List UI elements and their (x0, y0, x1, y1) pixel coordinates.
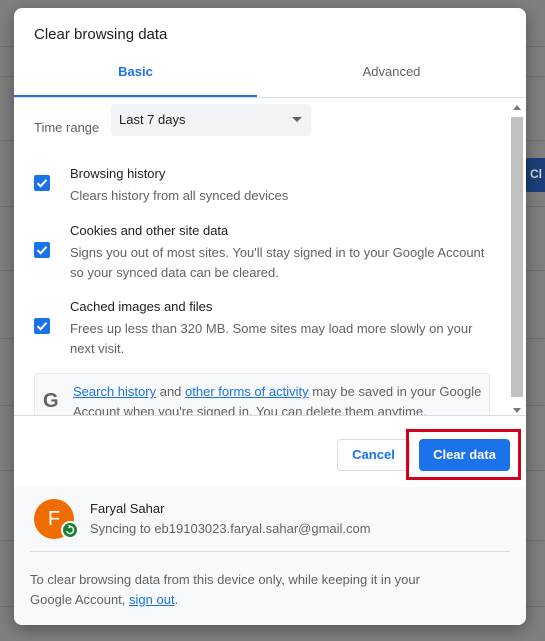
sign-out-link[interactable]: sign out (129, 592, 175, 607)
highlight-annotation-box (406, 429, 521, 480)
scroll-down-arrow-icon[interactable] (513, 408, 521, 413)
background-clear-button: Cl (525, 158, 545, 192)
sync-icon (61, 521, 79, 539)
dialog-title: Clear browsing data (34, 26, 168, 43)
option-title: Browsing history (70, 166, 166, 181)
dropdown-arrow-icon (292, 117, 302, 122)
google-activity-notice: G Search history and other forms of acti… (34, 373, 490, 415)
cancel-button[interactable]: Cancel (337, 439, 410, 471)
scroll-up-arrow-icon[interactable] (513, 105, 521, 110)
tab-selected-indicator (14, 95, 257, 97)
tab-bar: Basic Advanced (14, 58, 526, 98)
cached-images-checkbox[interactable] (34, 318, 50, 334)
sign-out-note-text: To clear browsing data from this device … (30, 572, 420, 607)
option-description: Clears history from all synced devices (70, 188, 289, 203)
option-description: Frees up less than 320 MB. Some sites ma… (70, 321, 473, 356)
tab-advanced[interactable]: Advanced (257, 58, 526, 98)
option-description: Signs you out of most sites. You'll stay… (70, 245, 485, 280)
tab-basic[interactable]: Basic (14, 58, 257, 98)
sign-out-note-suffix: . (174, 592, 179, 607)
account-section: F Faryal Sahar Syncing to eb19103023.far… (14, 487, 526, 625)
sync-arrows-icon (65, 525, 75, 535)
account-divider (30, 551, 510, 552)
checkmark-icon (36, 246, 48, 255)
option-title: Cookies and other site data (70, 223, 229, 238)
clear-browsing-data-dialog: Clear browsing data Basic Advanced Time … (14, 8, 526, 625)
option-title: Cached images and files (70, 299, 213, 314)
time-range-select[interactable]: Last 7 days (111, 104, 311, 136)
search-history-link[interactable]: Search history (73, 384, 156, 399)
time-range-value: Last 7 days (119, 112, 186, 127)
dialog-scroll-area: Time range Last 7 days Browsing history … (14, 99, 526, 415)
google-g-icon: G (43, 390, 59, 412)
browsing-history-checkbox[interactable] (34, 175, 50, 191)
other-activity-link[interactable]: other forms of activity (185, 384, 309, 399)
account-name: Faryal Sahar (90, 501, 165, 516)
account-sync-status: Syncing to eb19103023.faryal.sahar@gmail… (90, 521, 371, 536)
checkmark-icon (36, 179, 48, 188)
google-notice-text: Search history and other forms of activi… (73, 382, 483, 415)
scrollbar[interactable] (511, 99, 523, 415)
scrollbar-thumb[interactable] (511, 117, 523, 397)
footer-divider (14, 415, 526, 416)
cookies-checkbox[interactable] (34, 242, 50, 258)
sign-out-note: To clear browsing data from this device … (30, 570, 460, 610)
time-range-label: Time range (34, 120, 100, 135)
checkmark-icon (36, 322, 48, 331)
notice-conjunction: and (159, 384, 182, 399)
